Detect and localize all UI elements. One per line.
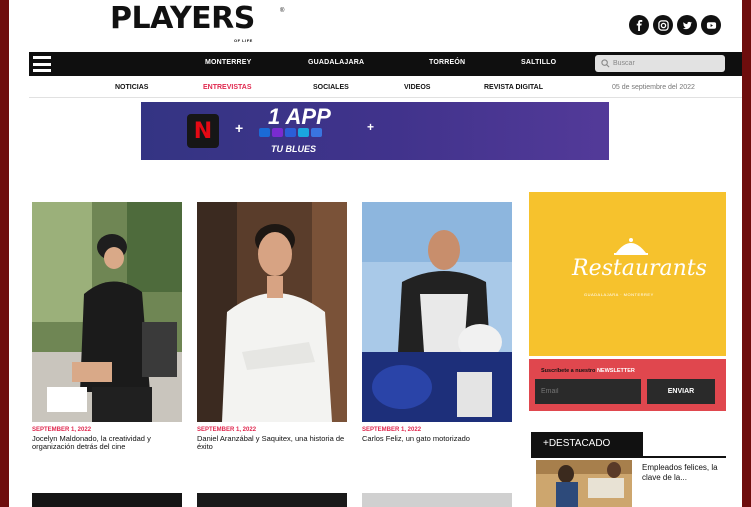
submit-newsletter-button[interactable]: ENVIAR	[647, 379, 715, 404]
nav-revista-digital[interactable]: REVISTA DIGITAL	[484, 84, 543, 91]
article-date: SEPTEMBER 1, 2022	[32, 427, 92, 433]
featured-image[interactable]	[536, 460, 632, 507]
article-title[interactable]: Jocelyn Maldonado, la creatividad y orga…	[32, 435, 182, 451]
nav-city-guadalajara[interactable]: GUADALAJARA	[308, 59, 364, 66]
facebook-icon[interactable]	[629, 15, 649, 35]
article-image[interactable]	[197, 202, 347, 422]
newsletter-label: Suscríbete a nuestro NEWSLETTER	[541, 368, 635, 374]
site-logo[interactable]: PLAYERS ® OF LIFE	[110, 4, 290, 44]
cloche-icon	[614, 238, 648, 255]
banner-ad[interactable]: N + 1 APP TU BLUES +	[141, 102, 609, 160]
featured-title[interactable]: Empleados felices, la clave de la...	[642, 463, 722, 483]
article-title[interactable]: Carlos Feliz, un gato motorizado	[362, 435, 512, 443]
logo-tagline: OF LIFE	[234, 38, 253, 43]
article-image[interactable]	[362, 202, 512, 422]
article-date: SEPTEMBER 1, 2022	[197, 427, 257, 433]
article-card[interactable]: SEPTEMBER 1, 2022 Daniel Aranzábal y Saq…	[197, 202, 347, 451]
email-field[interactable]	[535, 379, 641, 404]
ad-caption: GUADALAJARA · MONTERREY	[584, 292, 654, 297]
article-date: SEPTEMBER 1, 2022	[362, 427, 422, 433]
nav-noticias[interactable]: NOTICIAS	[115, 84, 148, 91]
social-links	[629, 15, 721, 35]
article-image[interactable]	[32, 493, 182, 507]
search-icon	[601, 59, 610, 68]
search-box[interactable]: Buscar	[595, 55, 725, 72]
sidebar-ad[interactable]: Restaurants GUADALAJARA · MONTERREY	[529, 192, 726, 356]
nav-city-torreon[interactable]: TORREÓN	[429, 59, 465, 66]
nav-sociales[interactable]: SOCIALES	[313, 84, 349, 91]
nav-city-monterrey[interactable]: MONTERREY	[205, 59, 252, 66]
article-image[interactable]	[197, 493, 347, 507]
banner-title: 1 APP	[268, 104, 331, 129]
nav-entrevistas[interactable]: ENTREVISTAS	[203, 84, 252, 91]
banner-plus-sign-2: +	[367, 120, 375, 134]
hamburger-menu-icon[interactable]	[33, 56, 51, 72]
article-image[interactable]	[362, 493, 512, 507]
featured-heading: +DESTACADO	[531, 432, 643, 456]
article-card[interactable]: SEPTEMBER 1, 2022 Carlos Feliz, un gato …	[362, 202, 512, 443]
current-date: 05 de septiembre del 2022	[612, 84, 695, 91]
page: PLAYERS ® OF LIFE MONTERREY GUADALAJARA …	[9, 0, 742, 507]
logo-registered-mark: ®	[280, 8, 285, 14]
netflix-logo: N	[187, 114, 219, 148]
banner-plus-sign: +	[235, 120, 244, 136]
section-nav: NOTICIAS ENTREVISTAS SOCIALES VIDEOS REV…	[29, 78, 742, 98]
twitter-icon[interactable]	[677, 15, 697, 35]
streaming-app-icons	[259, 128, 322, 137]
ad-text: Restaurants	[572, 256, 707, 281]
article-card[interactable]: SEPTEMBER 1, 2022 Jocelyn Maldonado, la …	[32, 202, 182, 451]
article-image[interactable]	[32, 202, 182, 422]
featured-divider	[531, 456, 726, 458]
banner-subtitle: TU BLUES	[271, 144, 316, 154]
youtube-icon[interactable]	[701, 15, 721, 35]
newsletter-form: Suscríbete a nuestro NEWSLETTER ENVIAR	[529, 359, 726, 411]
city-nav: MONTERREY GUADALAJARA TORREÓN SALTILLO B…	[29, 52, 742, 76]
nav-videos[interactable]: VIDEOS	[404, 84, 430, 91]
logo-wordmark: PLAYERS	[110, 1, 255, 36]
nav-city-saltillo[interactable]: SALTILLO	[521, 59, 556, 66]
article-title[interactable]: Daniel Aranzábal y Saquitex, una histori…	[197, 435, 347, 451]
newsletter-highlight: NEWSLETTER	[596, 368, 635, 374]
instagram-icon[interactable]	[653, 15, 673, 35]
search-input[interactable]: Buscar	[613, 60, 635, 67]
